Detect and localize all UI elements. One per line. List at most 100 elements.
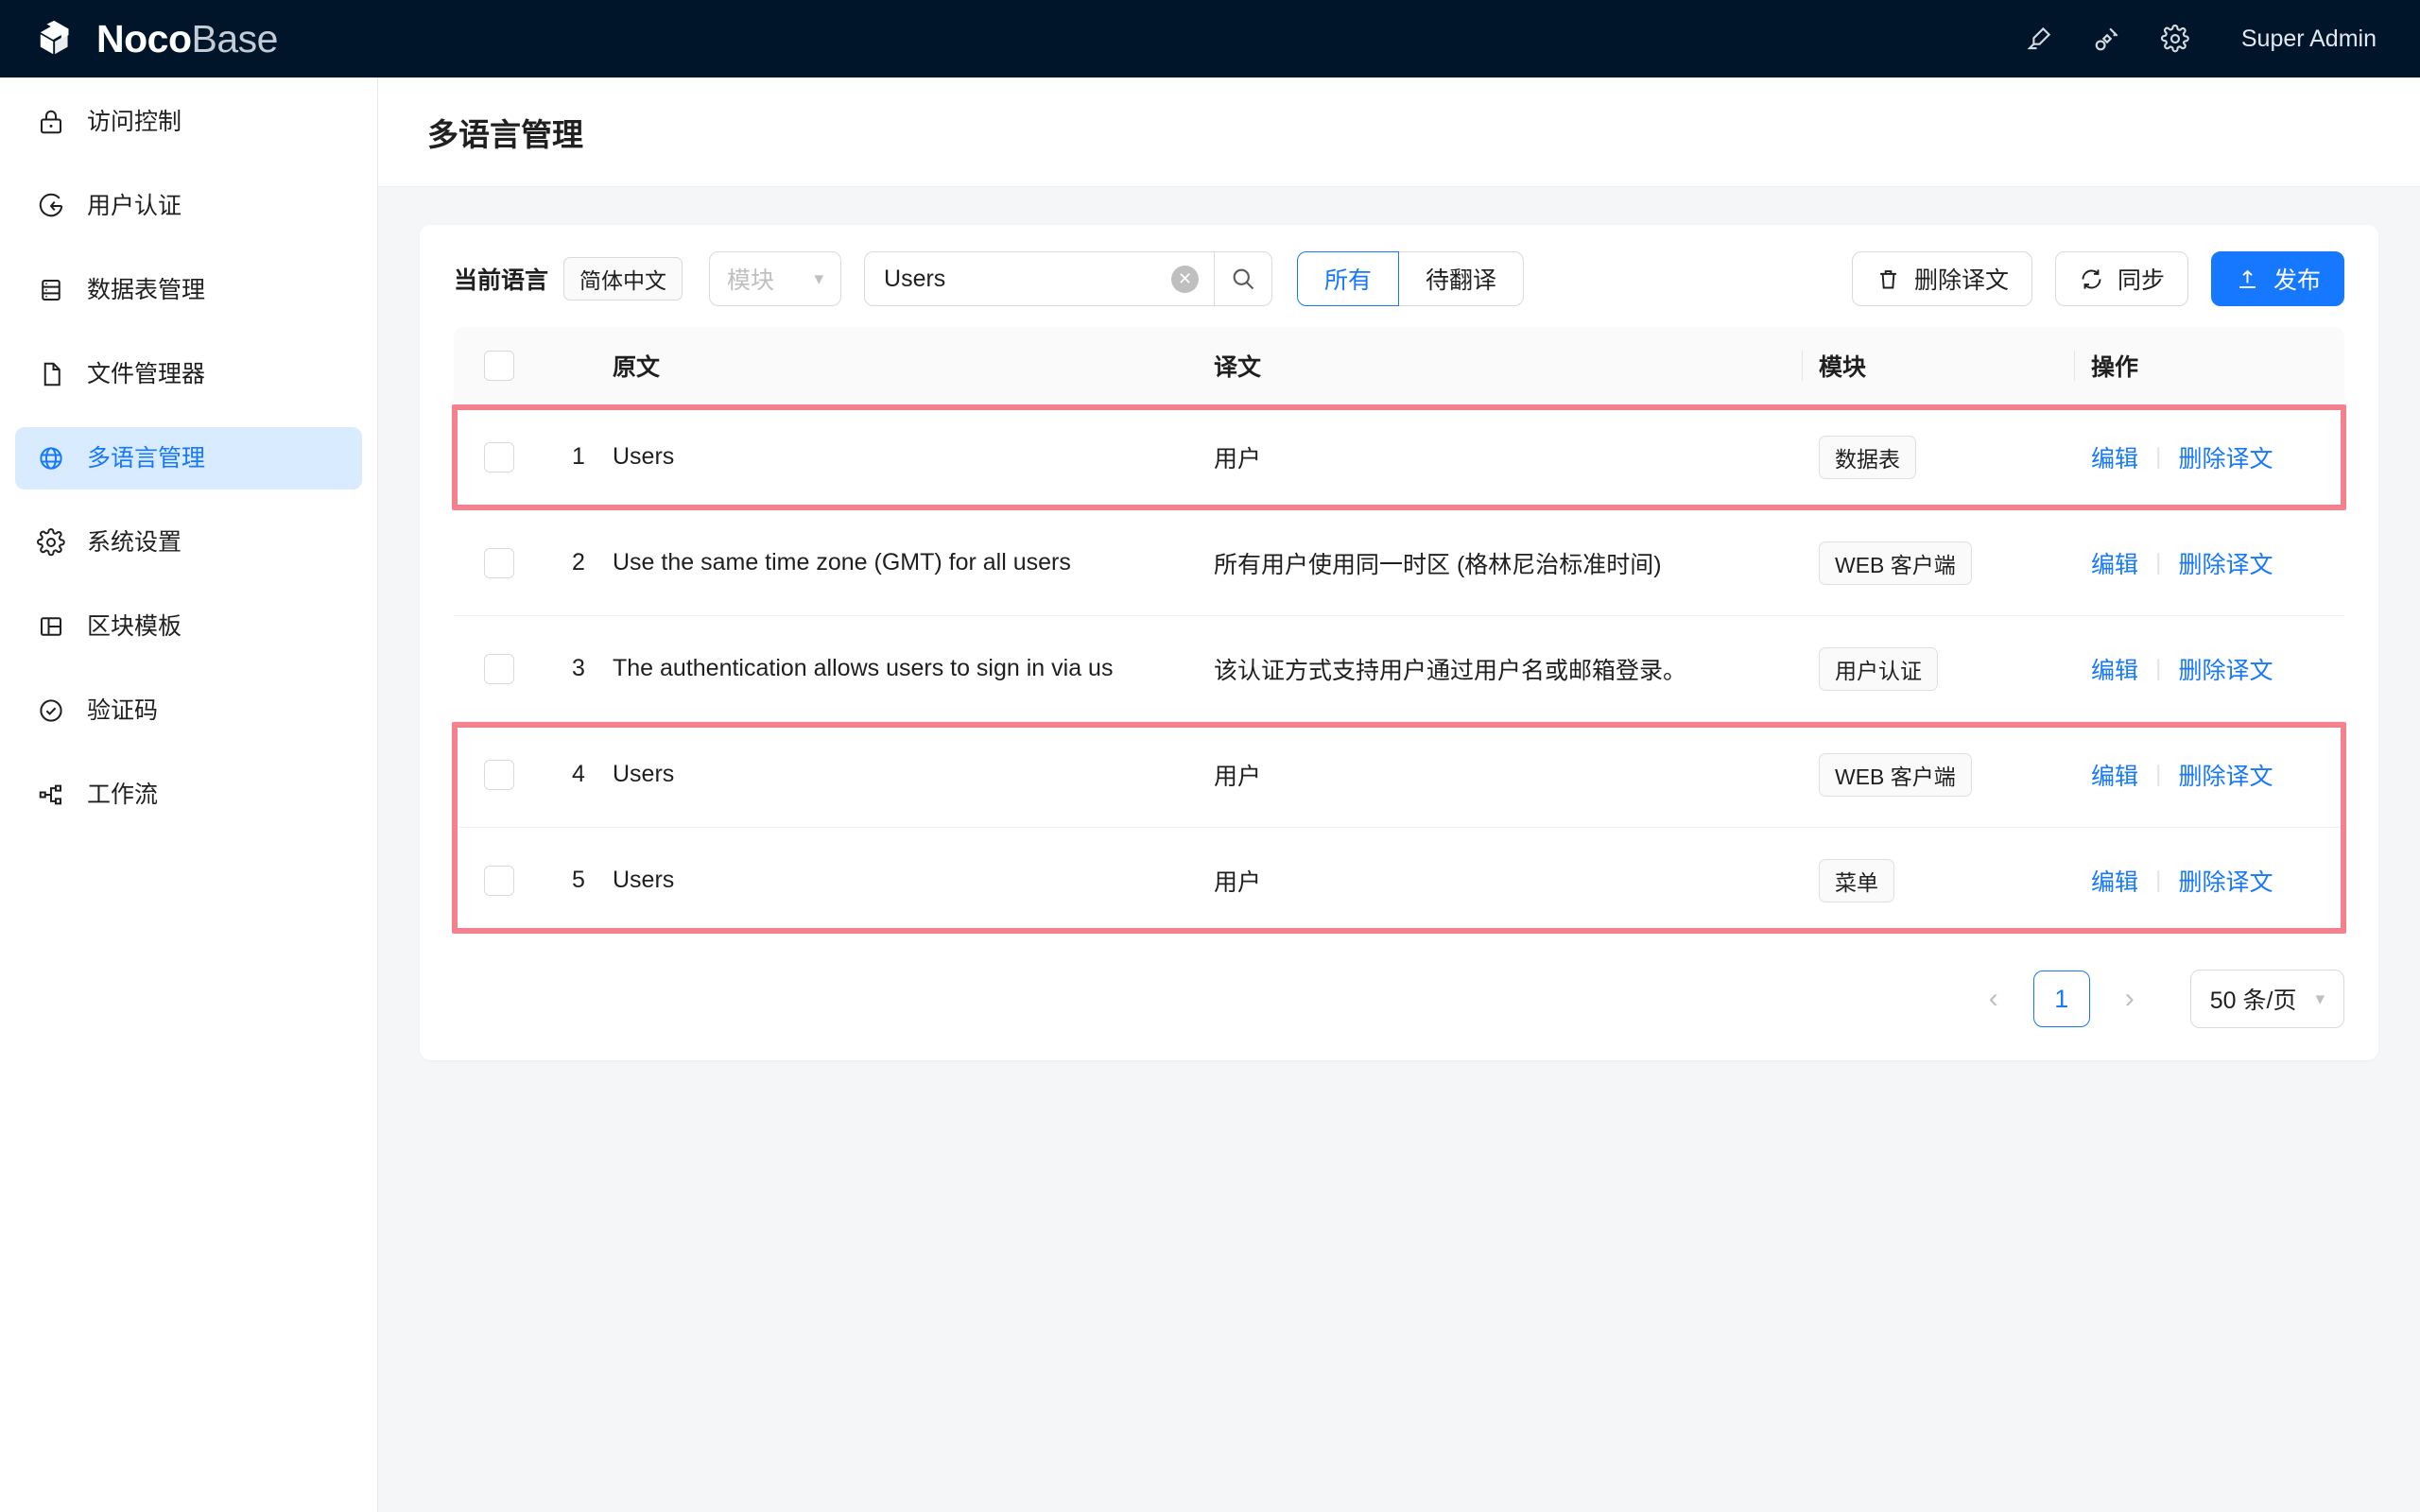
- select-all-checkbox[interactable]: [484, 351, 514, 381]
- module-tag: 用户认证: [1819, 646, 1938, 691]
- brand-logo-area[interactable]: Noco Base: [36, 17, 278, 60]
- search-icon: [1233, 268, 1254, 290]
- chevron-right-icon[interactable]: ›: [2105, 974, 2154, 1023]
- row-actions: 编辑 | 删除译文: [2091, 864, 2344, 898]
- current-language-label: 当前语言: [454, 267, 549, 294]
- row-checkbox[interactable]: [484, 653, 514, 684]
- row-checkbox[interactable]: [484, 759, 514, 790]
- row-actions: 编辑 | 删除译文: [2091, 546, 2344, 580]
- chevron-left-icon[interactable]: ‹: [1969, 974, 2018, 1023]
- sidebar-item-label: 工作流: [87, 781, 159, 808]
- search-input[interactable]: Users ✕: [864, 251, 1215, 306]
- publish-button[interactable]: 发布: [2210, 251, 2344, 306]
- table-row[interactable]: 4 Users 用户 WEB 客户端 编辑 | 删除译文: [454, 722, 2344, 828]
- page-number-1[interactable]: 1: [2032, 971, 2090, 1027]
- page-header: 多语言管理: [378, 77, 2420, 187]
- search-button[interactable]: [1214, 251, 1273, 306]
- row-translation-text: 用户: [1214, 763, 1262, 790]
- action-divider: |: [2155, 867, 2162, 893]
- check-circle-icon: [36, 696, 66, 726]
- table-row[interactable]: 3 The authentication allows users to sig…: [454, 616, 2344, 722]
- row-actions: 编辑 | 删除译文: [2091, 440, 2344, 474]
- sidebar-item-label: 多语言管理: [87, 444, 206, 472]
- edit-link[interactable]: 编辑: [2091, 864, 2138, 898]
- row-module-cell: 数据表: [1819, 435, 2091, 479]
- sidebar-item-localization[interactable]: 多语言管理: [15, 427, 362, 490]
- edit-link[interactable]: 编辑: [2091, 758, 2138, 792]
- sidebar-item-file-manager[interactable]: 文件管理器: [15, 343, 362, 405]
- tab-untranslated[interactable]: 待翻译: [1399, 251, 1525, 306]
- sidebar-item-verification[interactable]: 验证码: [15, 679, 362, 742]
- current-language-tag[interactable]: 简体中文: [563, 257, 683, 301]
- row-source-text: The authentication allows users to sign …: [613, 655, 1114, 681]
- plugin-icon[interactable]: [2073, 0, 2141, 77]
- tab-all[interactable]: 所有: [1297, 251, 1400, 306]
- action-divider: |: [2155, 655, 2162, 681]
- search-input-value: Users: [884, 265, 946, 292]
- delete-translation-link[interactable]: 删除译文: [2179, 546, 2273, 580]
- edit-link[interactable]: 编辑: [2091, 546, 2138, 580]
- table-row[interactable]: 1 Users 用户 数据表 编辑 | 删除译文: [454, 404, 2344, 510]
- module-filter-select[interactable]: 模块 ▾: [709, 251, 842, 306]
- publish-label: 发布: [2273, 267, 2321, 294]
- row-checkbox[interactable]: [484, 547, 514, 578]
- sidebar: 访问控制 用户认证 数据表管理 文件管理器 多语言管理 系统设置 区块模板 验证…: [0, 77, 378, 1512]
- trash-icon: [1880, 269, 1896, 288]
- row-translation-text: 用户: [1214, 445, 1262, 472]
- column-header-module: 模块: [1819, 349, 2091, 383]
- select-all-cell: [454, 351, 544, 381]
- row-index: 5: [572, 867, 585, 893]
- highlighter-icon[interactable]: [2005, 0, 2073, 77]
- row-translation-text: 所有用户使用同一时区 (格林尼治标准时间): [1214, 551, 1662, 578]
- column-header-translation: 译文: [1214, 349, 1819, 383]
- gear-icon: [36, 527, 66, 558]
- delete-translation-link[interactable]: 删除译文: [2179, 652, 2273, 686]
- delete-translation-button[interactable]: 删除译文: [1851, 251, 2032, 306]
- row-select-cell: [454, 865, 544, 896]
- sidebar-item-collections[interactable]: 数据表管理: [15, 259, 362, 321]
- page-size-select[interactable]: 50 条/页 ▾: [2189, 970, 2344, 1028]
- toolbar: 当前语言 简体中文 模块 ▾ Users ✕ 所有 待翻译 删除译文 同步 发布: [454, 251, 2344, 306]
- action-divider: |: [2155, 761, 2162, 787]
- gear-icon[interactable]: [2141, 0, 2209, 77]
- main-content: 多语言管理 当前语言 简体中文 模块 ▾ Users ✕ 所有 待翻译 删除译文…: [378, 77, 2420, 1512]
- delete-translation-link[interactable]: 删除译文: [2179, 758, 2273, 792]
- refresh-icon: [2082, 268, 2101, 289]
- sidebar-item-label: 用户认证: [87, 192, 182, 219]
- brand-noco: Noco: [96, 16, 192, 60]
- edit-link[interactable]: 编辑: [2091, 652, 2138, 686]
- delete-translation-link[interactable]: 删除译文: [2179, 864, 2273, 898]
- module-tag: WEB 客户端: [1819, 752, 1972, 797]
- edit-link[interactable]: 编辑: [2091, 440, 2138, 474]
- row-actions: 编辑 | 删除译文: [2091, 758, 2344, 792]
- sidebar-item-block-templates[interactable]: 区块模板: [15, 595, 362, 658]
- table-row[interactable]: 2 Use the same time zone (GMT) for all u…: [454, 510, 2344, 616]
- sidebar-item-label: 系统设置: [87, 528, 182, 556]
- sidebar-item-system-settings[interactable]: 系统设置: [15, 511, 362, 574]
- search-group: Users ✕: [864, 251, 1273, 306]
- row-checkbox[interactable]: [484, 441, 514, 472]
- sidebar-item-user-auth[interactable]: 用户认证: [15, 175, 362, 237]
- delete-translation-link[interactable]: 删除译文: [2179, 440, 2273, 474]
- globe-icon: [36, 443, 66, 473]
- row-checkbox[interactable]: [484, 865, 514, 896]
- row-source-text: Users: [613, 443, 675, 470]
- close-circle-icon[interactable]: ✕: [1171, 265, 1200, 293]
- row-select-cell: [454, 653, 544, 684]
- workflow-icon: [36, 780, 66, 810]
- sidebar-item-workflow[interactable]: 工作流: [15, 764, 362, 826]
- row-source-text: Use the same time zone (GMT) for all use…: [613, 549, 1071, 576]
- sign-in-icon: [36, 191, 66, 221]
- row-module-cell: WEB 客户端: [1819, 541, 2091, 585]
- row-index: 3: [572, 655, 585, 681]
- sidebar-item-label: 验证码: [87, 696, 159, 724]
- localization-card: 当前语言 简体中文 模块 ▾ Users ✕ 所有 待翻译 删除译文 同步 发布…: [420, 225, 2378, 1060]
- row-module-cell: WEB 客户端: [1819, 752, 2091, 797]
- module-tag: 菜单: [1819, 858, 1894, 902]
- table-header-row: 原文 译文 模块 操作: [454, 327, 2344, 404]
- sidebar-item-access-control[interactable]: 访问控制: [15, 91, 362, 153]
- table-row[interactable]: 5 Users 用户 菜单 编辑 | 删除译文: [454, 828, 2344, 934]
- row-index: 1: [572, 443, 585, 470]
- user-menu[interactable]: Super Admin: [2209, 26, 2386, 53]
- sync-button[interactable]: 同步: [2054, 251, 2188, 306]
